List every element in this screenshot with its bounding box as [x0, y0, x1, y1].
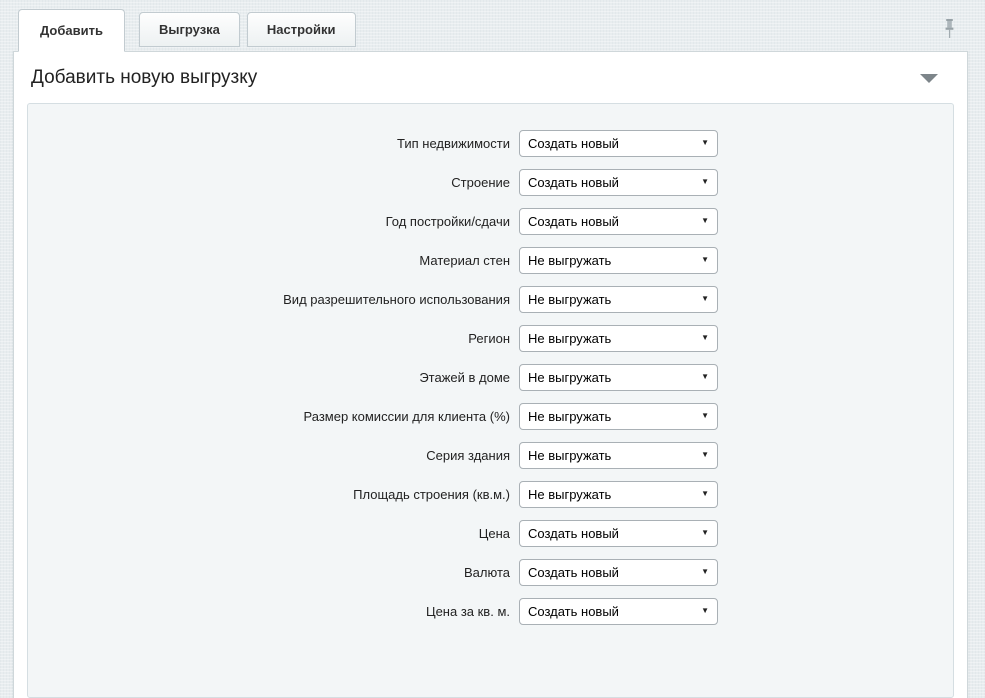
select-wrap: Создать новый ▼ [519, 559, 718, 586]
select-wall-material[interactable]: Не выгружать [519, 247, 718, 274]
form-row: Цена Создать новый ▼ [28, 520, 953, 547]
form-row: Регион Не выгружать ▼ [28, 325, 953, 352]
field-label: Регион [28, 331, 510, 346]
form-container: Тип недвижимости Создать новый ▼ Строени… [27, 103, 954, 698]
select-building-area[interactable]: Не выгружать [519, 481, 718, 508]
tab-settings[interactable]: Настройки [247, 12, 356, 47]
select-building[interactable]: Создать новый [519, 169, 718, 196]
select-property-type[interactable]: Создать новый [519, 130, 718, 157]
select-wrap: Не выгружать ▼ [519, 442, 718, 469]
form-row: Серия здания Не выгружать ▼ [28, 442, 953, 469]
page-title: Добавить новую выгрузку [31, 67, 257, 89]
select-wrap: Создать новый ▼ [519, 208, 718, 235]
select-region[interactable]: Не выгружать [519, 325, 718, 352]
pushpin-icon[interactable] [943, 18, 956, 42]
select-wrap: Не выгружать ▼ [519, 325, 718, 352]
select-wrap: Создать новый ▼ [519, 130, 718, 157]
collapse-arrow-icon[interactable] [920, 74, 938, 83]
form-row: Строение Создать новый ▼ [28, 169, 953, 196]
field-label: Этажей в доме [28, 370, 510, 385]
field-label: Размер комиссии для клиента (%) [28, 409, 510, 424]
field-label: Тип недвижимости [28, 136, 510, 151]
field-label: Вид разрешительного использования [28, 292, 510, 307]
form-row: Размер комиссии для клиента (%) Не выгру… [28, 403, 953, 430]
select-wrap: Не выгружать ▼ [519, 286, 718, 313]
field-label: Площадь строения (кв.м.) [28, 487, 510, 502]
select-wrap: Создать новый ▼ [519, 598, 718, 625]
select-currency[interactable]: Создать новый [519, 559, 718, 586]
select-price[interactable]: Создать новый [519, 520, 718, 547]
select-year-built[interactable]: Создать новый [519, 208, 718, 235]
select-wrap: Создать новый ▼ [519, 169, 718, 196]
field-label: Строение [28, 175, 510, 190]
form-row: Цена за кв. м. Создать новый ▼ [28, 598, 953, 625]
select-client-commission[interactable]: Не выгружать [519, 403, 718, 430]
form-row: Тип недвижимости Создать новый ▼ [28, 130, 953, 157]
form-row: Валюта Создать новый ▼ [28, 559, 953, 586]
field-label: Год постройки/сдачи [28, 214, 510, 229]
select-wrap: Не выгружать ▼ [519, 247, 718, 274]
form-row: Площадь строения (кв.м.) Не выгружать ▼ [28, 481, 953, 508]
form-row: Год постройки/сдачи Создать новый ▼ [28, 208, 953, 235]
select-wrap: Не выгружать ▼ [519, 364, 718, 391]
panel-header: Добавить новую выгрузку [14, 52, 967, 103]
field-label: Цена [28, 526, 510, 541]
form-row: Материал стен Не выгружать ▼ [28, 247, 953, 274]
tab-add[interactable]: Добавить [18, 9, 125, 52]
form-row: Вид разрешительного использования Не выг… [28, 286, 953, 313]
field-label: Серия здания [28, 448, 510, 463]
select-price-per-sqm[interactable]: Создать новый [519, 598, 718, 625]
tab-upload[interactable]: Выгрузка [139, 12, 240, 47]
select-permitted-use[interactable]: Не выгружать [519, 286, 718, 313]
field-label: Материал стен [28, 253, 510, 268]
select-building-series[interactable]: Не выгружать [519, 442, 718, 469]
content-panel: Добавить новую выгрузку Тип недвижимости… [13, 51, 968, 698]
field-label: Цена за кв. м. [28, 604, 510, 619]
select-wrap: Не выгружать ▼ [519, 481, 718, 508]
form-row: Этажей в доме Не выгружать ▼ [28, 364, 953, 391]
select-wrap: Не выгружать ▼ [519, 403, 718, 430]
tab-bar: Добавить Выгрузка Настройки [0, 0, 985, 51]
field-label: Валюта [28, 565, 510, 580]
select-wrap: Создать новый ▼ [519, 520, 718, 547]
select-floors-in-building[interactable]: Не выгружать [519, 364, 718, 391]
